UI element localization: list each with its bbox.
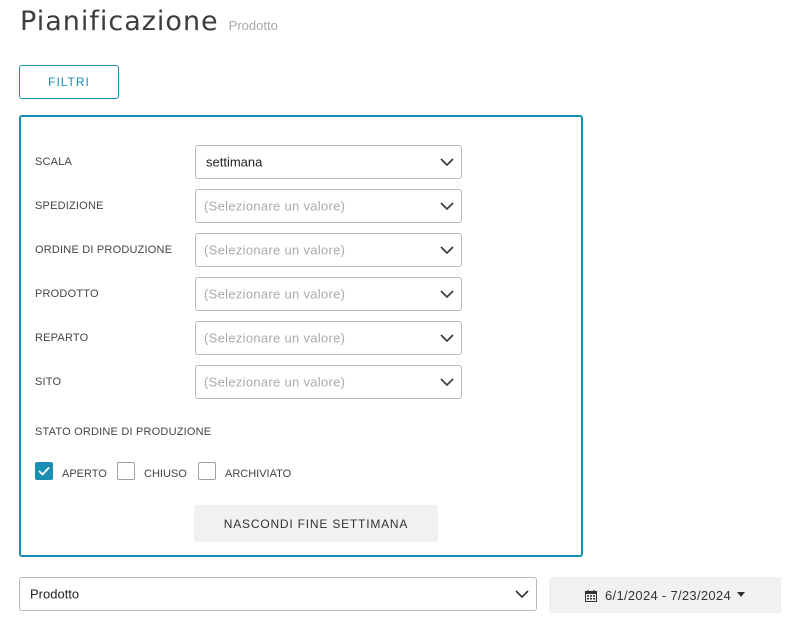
hide-weekend-button[interactable]: NASCONDI FINE SETTIMANA	[194, 505, 438, 542]
chevron-down-icon	[440, 334, 454, 343]
reparto-select[interactable]: (Selezionare un valore)	[195, 321, 462, 355]
scala-select[interactable]: settimana	[195, 145, 462, 179]
checkbox-chiuso[interactable]: CHIUSO	[117, 461, 187, 481]
filter-row-spedizione: SPEDIZIONE (Selezionare un valore)	[35, 189, 465, 223]
prodotto-select[interactable]: (Selezionare un valore)	[195, 277, 462, 311]
date-range-button[interactable]: 6/1/2024 - 7/23/2024	[549, 577, 781, 613]
chiuso-checkbox-label: CHIUSO	[144, 468, 187, 480]
filter-label-prodotto: PRODOTTO	[35, 288, 99, 300]
archiviato-checkbox[interactable]	[198, 462, 216, 480]
view-select[interactable]: Prodotto	[19, 577, 537, 611]
view-select-value: Prodotto	[30, 586, 80, 602]
filter-label-reparto: REPARTO	[35, 332, 89, 344]
planning-page: Pianificazione Prodotto FILTRI SCALA set…	[0, 0, 797, 629]
filter-row-prodotto: PRODOTTO (Selezionare un valore)	[35, 277, 465, 311]
scala-select-value: settimana	[206, 154, 263, 170]
page-title: Pianificazione	[20, 6, 219, 37]
page-subtitle: Prodotto	[228, 18, 278, 33]
chevron-down-icon	[440, 202, 454, 211]
date-range-label: 6/1/2024 - 7/23/2024	[605, 587, 731, 603]
filter-row-ordine-di-produzione: ORDINE DI PRODUZIONE (Selezionare un val…	[35, 233, 465, 267]
filter-row-reparto: REPARTO (Selezionare un valore)	[35, 321, 465, 355]
aperto-checkbox-label: APERTO	[62, 468, 107, 480]
ordine-di-produzione-select[interactable]: (Selezionare un valore)	[195, 233, 462, 267]
reparto-select-placeholder: (Selezionare un valore)	[204, 330, 346, 346]
filter-row-scala: SCALA settimana	[35, 145, 465, 179]
ordine-di-produzione-select-placeholder: (Selezionare un valore)	[204, 242, 346, 258]
filter-label-ordine-di-produzione: ORDINE DI PRODUZIONE	[35, 244, 173, 256]
filter-label-sito: SITO	[35, 376, 62, 388]
aperto-checkbox[interactable]	[35, 462, 53, 480]
spedizione-select[interactable]: (Selezionare un valore)	[195, 189, 462, 223]
checkbox-aperto[interactable]: APERTO	[35, 461, 107, 481]
page-header: Pianificazione Prodotto	[20, 6, 278, 37]
sito-select-placeholder: (Selezionare un valore)	[204, 374, 346, 390]
status-heading: STATO ORDINE DI PRODUZIONE	[35, 426, 212, 438]
filter-row-sito: SITO (Selezionare un valore)	[35, 365, 465, 399]
chevron-down-icon	[440, 246, 454, 255]
chevron-down-icon	[515, 590, 529, 599]
chevron-down-icon	[440, 158, 454, 167]
archiviato-checkbox-label: ARCHIVIATO	[225, 468, 292, 480]
calendar-icon	[585, 589, 597, 602]
spedizione-select-placeholder: (Selezionare un valore)	[204, 198, 346, 214]
chevron-down-icon	[440, 378, 454, 387]
checkbox-archiviato[interactable]: ARCHIVIATO	[198, 461, 291, 481]
prodotto-select-placeholder: (Selezionare un valore)	[204, 286, 346, 302]
chiuso-checkbox[interactable]	[117, 462, 135, 480]
caret-down-icon	[737, 591, 745, 597]
filter-panel: SCALA settimana SPEDIZIONE (Selezionare …	[19, 115, 583, 557]
sito-select[interactable]: (Selezionare un valore)	[195, 365, 462, 399]
checkmark-icon	[38, 466, 50, 476]
filter-label-scala: SCALA	[35, 156, 73, 168]
filter-label-spedizione: SPEDIZIONE	[35, 200, 104, 212]
chevron-down-icon	[440, 290, 454, 299]
filters-toggle-button[interactable]: FILTRI	[19, 65, 119, 99]
